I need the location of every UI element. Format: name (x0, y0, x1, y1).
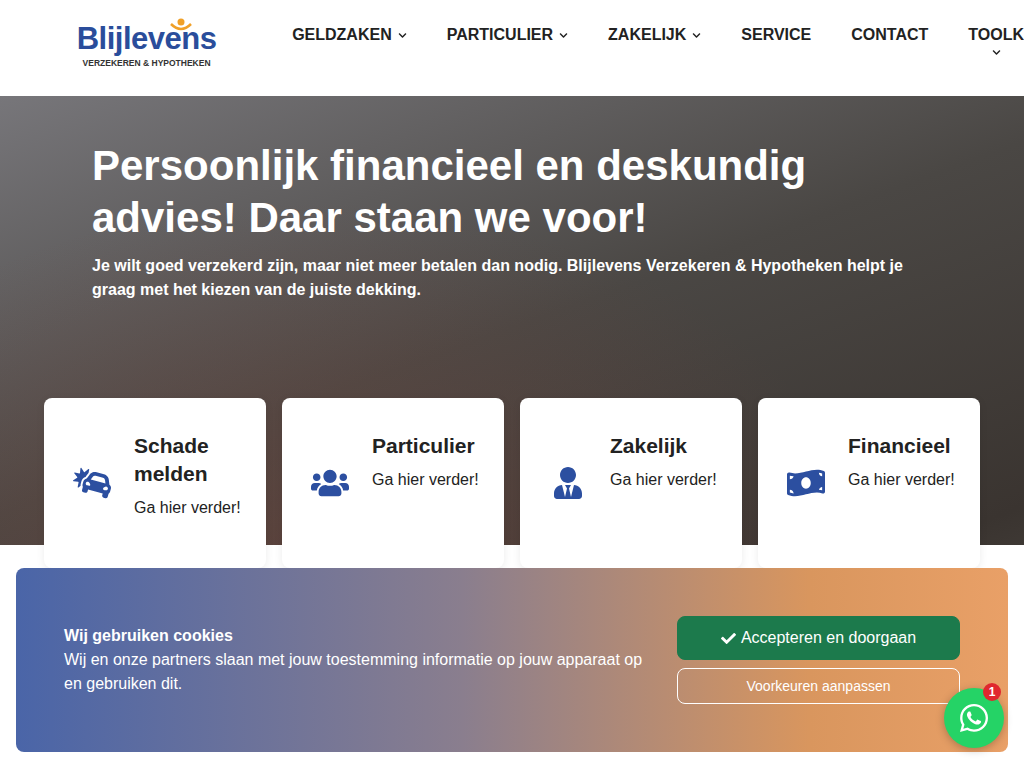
card-row: Schade melden Ga hier verder! Particulier G… (44, 398, 1024, 568)
card-body: Schade melden Ga hier verder! (134, 422, 254, 520)
chevron-down-icon (692, 31, 701, 40)
card-title: Particulier (372, 432, 479, 460)
check-icon (721, 631, 736, 646)
cookie-title: Wij gebruiken cookies (64, 624, 654, 648)
nav-item[interactable]: ZAKELIJK (608, 26, 701, 44)
header: Blijlevens VERZEKEREN & HYPOTHEKEN GELDZAK… (0, 0, 1024, 96)
card-title: Financieel (848, 432, 955, 460)
card-link[interactable]: Ga hier verder! (848, 468, 955, 492)
hero-subtitle: Je wilt goed verzekerd zijn, maar niet m… (92, 254, 922, 302)
nav-item[interactable]: CONTACT (851, 26, 928, 44)
logo[interactable]: Blijlevens VERZEKEREN & HYPOTHEKEN (72, 22, 221, 68)
whatsapp-icon (958, 702, 990, 734)
nav-item[interactable]: GELDZAKEN (292, 26, 407, 44)
money-bill-icon (786, 467, 826, 499)
nav-item[interactable]: TOOLK (968, 26, 1024, 57)
users-icon (310, 467, 350, 499)
user-tie-icon (548, 467, 588, 499)
card-link[interactable]: Ga hier verder! (372, 468, 479, 492)
chevron-down-icon (559, 31, 568, 40)
accept-button[interactable]: Accepteren en doorgaan (677, 616, 960, 660)
preferences-button[interactable]: Voorkeuren aanpassen (677, 668, 960, 704)
page: Blijlevens VERZEKEREN & HYPOTHEKEN GELDZAK… (0, 0, 1024, 768)
cookie-banner: Wij gebruiken cookiesWij en onze partner… (16, 568, 1008, 752)
notification-badge: 1 (983, 683, 1001, 701)
car-crash-icon (72, 467, 112, 499)
nav-item[interactable]: SERVICE (741, 26, 811, 44)
card-title: Schade melden (134, 432, 254, 488)
hero-text: Persoonlijk financieel en deskundig advi… (44, 140, 924, 302)
card-body: Zakelijk Ga hier verder! (610, 422, 717, 492)
cookie-description: Wij en onze partners slaan met jouw toes… (64, 648, 654, 696)
card-body: Financieel Ga hier verder! (848, 422, 955, 492)
card-link[interactable]: Ga hier verder! (134, 496, 254, 520)
category-card[interactable]: Financieel Ga hier verder! (758, 398, 980, 568)
hero-title: Persoonlijk financieel en deskundig advi… (92, 140, 892, 244)
main-nav: GELDZAKEN PARTICULIER ZAKELIJK SERVICE CONTA… (292, 26, 1024, 57)
whatsapp-button[interactable]: 1 (944, 688, 1004, 748)
category-card[interactable]: Particulier Ga hier verder! (282, 398, 504, 568)
logo-name: Blijlevens (77, 22, 217, 56)
logo-mark-icon (170, 18, 192, 32)
cookie-buttons: Accepteren en doorgaan Voorkeuren aanpass… (677, 616, 960, 704)
card-body: Particulier Ga hier verder! (372, 422, 479, 492)
category-card[interactable]: Schade melden Ga hier verder! (44, 398, 266, 568)
nav-item[interactable]: PARTICULIER (447, 26, 568, 44)
card-title: Zakelijk (610, 432, 717, 460)
chevron-down-icon (398, 31, 407, 40)
chevron-down-icon (992, 48, 1001, 57)
cookie-text: Wij gebruiken cookiesWij en onze partner… (64, 624, 654, 696)
card-link[interactable]: Ga hier verder! (610, 468, 717, 492)
logo-tagline: VERZEKEREN & HYPOTHEKEN (83, 58, 211, 68)
category-card[interactable]: Zakelijk Ga hier verder! (520, 398, 742, 568)
